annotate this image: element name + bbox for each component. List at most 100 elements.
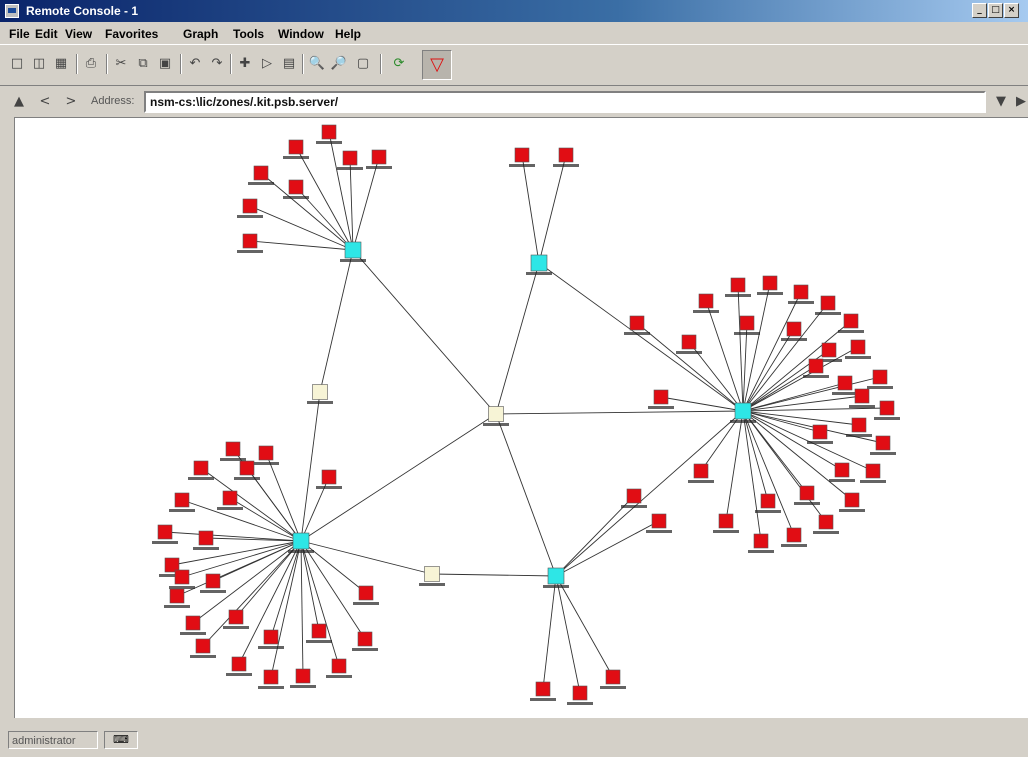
host-node[interactable] (185, 615, 201, 631)
host-node[interactable] (818, 514, 834, 530)
print-preview-icon[interactable]: ▦ (52, 55, 70, 73)
host-node[interactable] (205, 573, 221, 589)
hub-node[interactable] (734, 402, 752, 420)
host-node[interactable] (242, 198, 258, 214)
expand-icon[interactable]: ▷ (258, 55, 276, 73)
router-node[interactable] (424, 566, 440, 582)
hub-node[interactable] (547, 567, 565, 585)
window-title-bar[interactable]: Remote Console - 1 _ □ × (0, 0, 1028, 22)
host-node[interactable] (698, 293, 714, 309)
host-node[interactable] (371, 149, 387, 165)
host-node[interactable] (222, 490, 238, 506)
host-node[interactable] (629, 315, 645, 331)
maximize-button[interactable]: □ (988, 3, 1003, 18)
host-node[interactable] (572, 685, 588, 701)
graph-canvas[interactable] (14, 117, 1028, 718)
menu-tools[interactable]: Tools (233, 27, 264, 41)
host-node[interactable] (193, 460, 209, 476)
router-node[interactable] (312, 384, 328, 400)
host-node[interactable] (879, 400, 895, 416)
copy-icon[interactable]: ⧉ (134, 55, 152, 73)
host-node[interactable] (626, 488, 642, 504)
graph-view-icon[interactable]: ▽ (422, 50, 452, 80)
back-icon[interactable]: < (36, 93, 54, 111)
undo-icon[interactable]: ↶ (186, 55, 204, 73)
host-node[interactable] (198, 530, 214, 546)
host-node[interactable] (854, 388, 870, 404)
host-node[interactable] (321, 124, 337, 140)
host-node[interactable] (808, 358, 824, 374)
close-button[interactable]: × (1004, 3, 1019, 18)
menu-help[interactable]: Help (335, 27, 361, 41)
router-node[interactable] (488, 406, 504, 422)
host-node[interactable] (228, 609, 244, 625)
host-node[interactable] (821, 342, 837, 358)
host-node[interactable] (872, 369, 888, 385)
print-icon[interactable]: ⎙ (82, 55, 100, 73)
host-node[interactable] (558, 147, 574, 163)
zoom-in-icon[interactable]: 🔍 (308, 55, 326, 73)
hub-node[interactable] (530, 254, 548, 272)
host-node[interactable] (834, 462, 850, 478)
hub-node[interactable] (292, 532, 310, 550)
host-node[interactable] (288, 179, 304, 195)
refresh-icon[interactable]: ⟳ (390, 55, 408, 73)
menu-edit[interactable]: Edit (35, 27, 58, 41)
host-node[interactable] (342, 150, 358, 166)
address-dropdown-icon[interactable]: ▼ (992, 93, 1010, 111)
host-node[interactable] (195, 638, 211, 654)
host-node[interactable] (812, 424, 828, 440)
host-node[interactable] (263, 669, 279, 685)
host-node[interactable] (820, 295, 836, 311)
minimize-button[interactable]: _ (972, 3, 987, 18)
go-icon[interactable]: ▶ (1012, 93, 1028, 111)
open-icon[interactable]: ◫ (30, 55, 48, 73)
host-node[interactable] (239, 460, 255, 476)
host-node[interactable] (157, 524, 173, 540)
host-node[interactable] (258, 445, 274, 461)
network-graph[interactable] (15, 118, 1028, 718)
host-node[interactable] (837, 375, 853, 391)
host-node[interactable] (288, 139, 304, 155)
menu-favorites[interactable]: Favorites (105, 27, 158, 41)
redo-icon[interactable]: ↷ (208, 55, 226, 73)
host-node[interactable] (850, 339, 866, 355)
host-node[interactable] (760, 493, 776, 509)
host-node[interactable] (651, 513, 667, 529)
home-icon[interactable]: ▲ (10, 93, 28, 111)
host-node[interactable] (321, 469, 337, 485)
zoom-out-icon[interactable]: 🔎 (330, 55, 348, 73)
host-node[interactable] (174, 492, 190, 508)
host-node[interactable] (865, 463, 881, 479)
menu-view[interactable]: View (65, 27, 92, 41)
host-node[interactable] (739, 315, 755, 331)
host-node[interactable] (311, 623, 327, 639)
host-node[interactable] (793, 284, 809, 300)
host-node[interactable] (762, 275, 778, 291)
host-node[interactable] (875, 435, 891, 451)
host-node[interactable] (843, 313, 859, 329)
host-node[interactable] (786, 527, 802, 543)
host-node[interactable] (718, 513, 734, 529)
host-node[interactable] (253, 165, 269, 181)
host-node[interactable] (295, 668, 311, 684)
host-node[interactable] (653, 389, 669, 405)
menu-graph[interactable]: Graph (183, 27, 218, 41)
fit-icon[interactable]: ▢ (354, 55, 372, 73)
host-node[interactable] (169, 588, 185, 604)
host-node[interactable] (331, 658, 347, 674)
menu-window[interactable]: Window (278, 27, 324, 41)
cut-icon[interactable]: ✂ (112, 55, 130, 73)
forward-icon[interactable]: > (62, 93, 80, 111)
host-node[interactable] (514, 147, 530, 163)
paste-icon[interactable]: ▣ (156, 55, 174, 73)
host-node[interactable] (799, 485, 815, 501)
host-node[interactable] (681, 334, 697, 350)
hub-node[interactable] (344, 241, 362, 259)
host-node[interactable] (851, 417, 867, 433)
host-node[interactable] (786, 321, 802, 337)
delete-icon[interactable]: ▤ (280, 55, 298, 73)
host-node[interactable] (231, 656, 247, 672)
host-node[interactable] (225, 441, 241, 457)
host-node[interactable] (263, 629, 279, 645)
